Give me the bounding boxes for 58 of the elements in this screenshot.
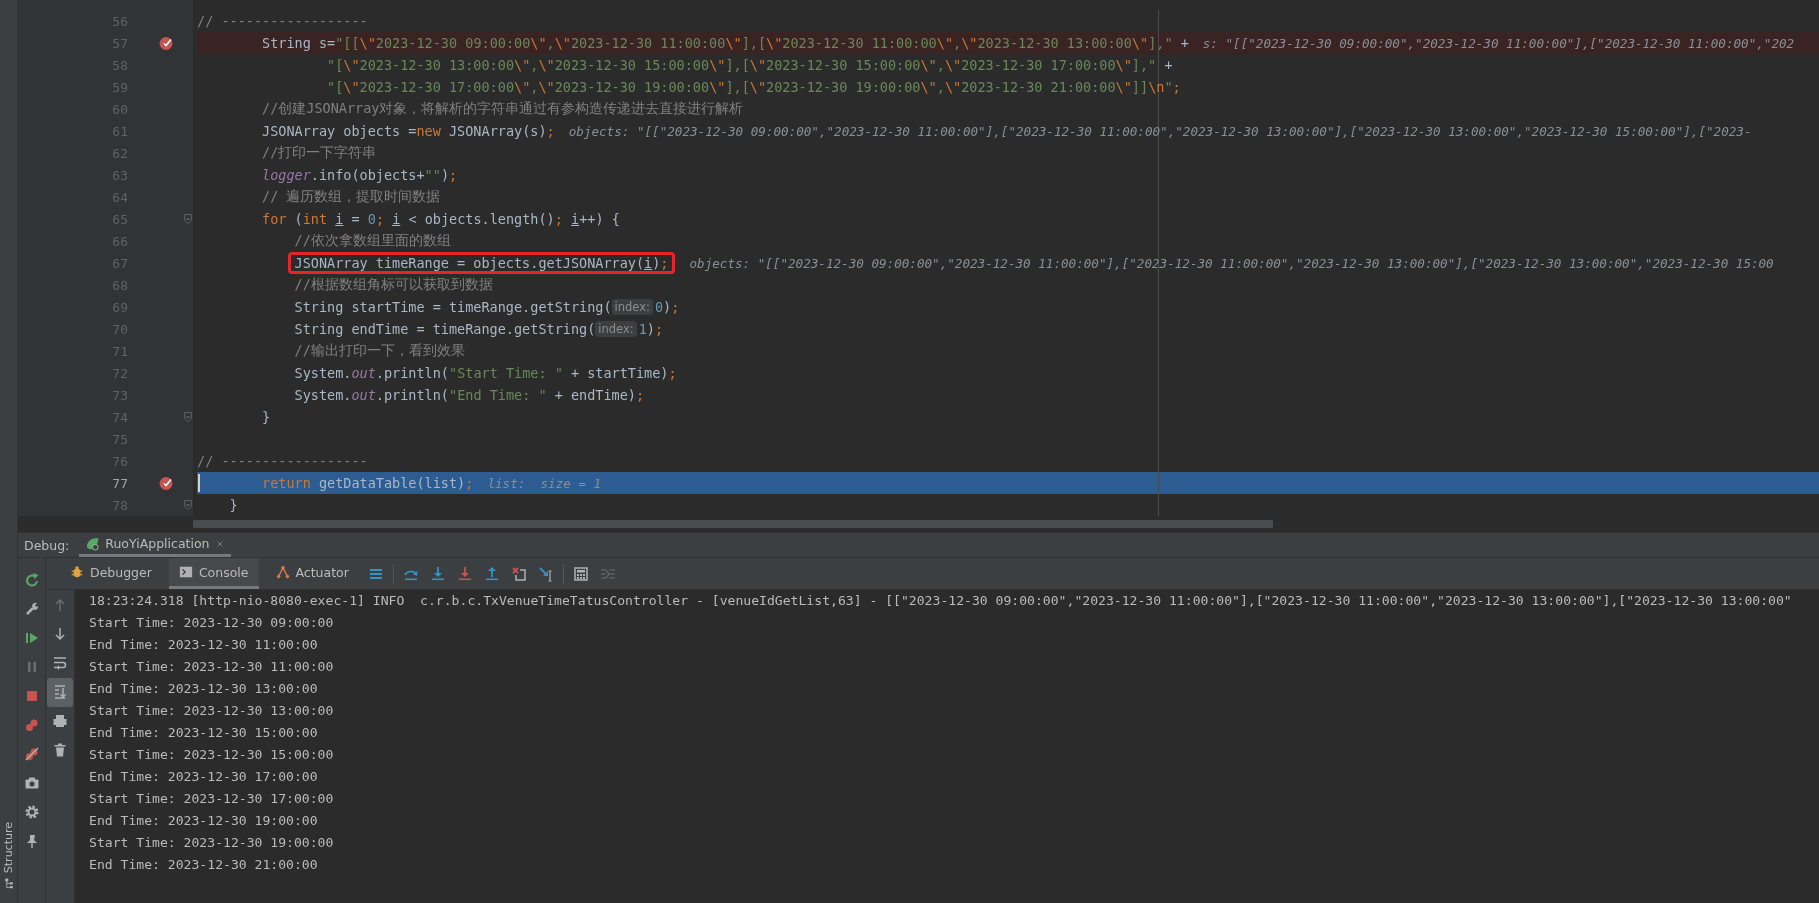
tool-window-tab[interactable]: Structure [2,821,15,873]
code-line: } [262,408,271,427]
structure-icon[interactable] [2,877,15,889]
code-line: } [229,496,238,515]
inline-value-hint: objects: "[["2023-12-30 09:00:00","2023-12-30 11:00:00"],["2023-12-30 11:00:00","2023-12-30 13:00:00"],["2023-12-30 13:00:00","2023-12-30 15:00:00"],["2023- [568,123,1752,139]
code-line: System.out.println("End Time: " + endTime); [294,386,645,405]
bug-icon [70,565,84,579]
code-line: // ------------------ [197,452,368,471]
console-line: End Time: 2023-12-30 19:00:00 [89,812,319,830]
scrollbar-thumb[interactable] [193,520,1273,528]
breakpoint-icon[interactable] [158,35,174,51]
console-line: End Time: 2023-12-30 17:00:00 [89,768,319,786]
inline-value-hint: objects: "[["2023-12-30 09:00:00","2023-12-30 11:00:00"],["2023-12-30 11:00:00","2023-12-30 13:00:00"],["2023-12-30 13:00:00","2023-12-30 15:00 [689,255,1774,271]
code-line: //输出打印一下，看到效果 [294,341,465,360]
console-line: End Time: 2023-12-30 11:00:00 [89,636,319,654]
nodes-icon [275,565,290,579]
leaf-icon [85,536,101,551]
console-line: End Time: 2023-12-30 13:00:00 [89,680,319,698]
console-line: Start Time: 2023-12-30 15:00:00 [89,746,335,764]
console-line: Start Time: 2023-12-30 17:00:00 [89,790,335,808]
inline-value-hint: s: "[["2023-12-30 09:00:00","2023-12-30 11:00:00"],["2023-12-30 11:00:00","202 [1202,35,1795,51]
line-number: 77 [111,475,128,491]
console-line: Start Time: 2023-12-30 11:00:00 [89,658,335,676]
code-line: "[\"2023-12-30 13:00:00\",\"2023-12-30 15:00:00\"],[\"2023-12-30 15:00:00\",\"2023-12-30 17:00:00\"]," + [327,56,1173,75]
console-line: Start Time: 2023-12-30 09:00:00 [89,614,335,632]
breakpoint-icon[interactable] [158,475,174,491]
code-line: return getDataTable(list); [262,474,474,493]
code-line: //打印一下字符串 [262,143,377,162]
console-line: Start Time: 2023-12-30 13:00:00 [89,702,335,720]
code-line: System.out.println("Start Time: " + startTime); [294,364,677,383]
view-tab[interactable]: Console [168,558,259,589]
inline-value-hint: list: size = 1 [487,475,602,491]
close-icon[interactable] [214,538,225,549]
code-line: //创建JSONArray对象，将解析的字符串通过有参构造传递进去直接进行解析 [262,99,744,118]
code-line: // ------------------ [197,12,368,31]
fold-icon[interactable] [181,411,194,423]
code-line: //根据数组角标可以获取到数据 [294,275,493,294]
code-line: JSONArray objects =new JSONArray(s); [262,122,555,141]
panel-title: Debug: [24,537,70,553]
code-line: logger.info(objects+""); [262,166,458,185]
code-line: String startTime = timeRange.getString( index: 0); [294,298,680,317]
console-line: Start Time: 2023-12-30 19:00:00 [89,834,335,852]
console-icon [178,565,193,579]
console-line: End Time: 2023-12-30 15:00:00 [89,724,319,742]
view-tab[interactable]: Debugger [60,558,162,589]
console-line: End Time: 2023-12-30 21:00:00 [89,856,319,874]
view-tab[interactable]: Actuator [265,558,359,589]
code-line: String s="[[\"2023-12-30 09:00:00\",\"2023-12-30 11:00:00\"],[\"2023-12-30 11:00:00\",\"2023-12-30 13:00:00\"]," + [262,34,1189,53]
fold-icon[interactable] [181,499,194,511]
code-line: // 遍历数组，提取时间数据 [262,187,441,206]
fold-icon[interactable] [181,213,194,225]
code-line: for (int i = 0; i < objects.length(); i++) { [262,210,620,229]
console-line: 18:23:24.318 [http-nio-8080-exec-1] INFO c.r.b.c.TxVenueTimeTatusController - [venueIdGetList,63] - [["2023-12-30 09:00:00","2023-12-30 11:00:00"],["2023-12-30 11:00:00","2023-12-30 13:00:00"],["2023-12-30 13:00:00" [89,592,1793,610]
text-cursor [198,474,200,492]
code-line: String endTime = timeRange.getString( index: 1); [294,320,664,339]
scroll-to-end-icon[interactable] [47,678,73,707]
code-line: //依次拿数组里面的数组 [294,231,451,250]
code-line: "[\"2023-12-30 17:00:00\",\"2023-12-30 19:00:00\"],[\"2023-12-30 19:00:00\",\"2023-12-30 21:00:00\"]]\n"; [327,78,1181,97]
